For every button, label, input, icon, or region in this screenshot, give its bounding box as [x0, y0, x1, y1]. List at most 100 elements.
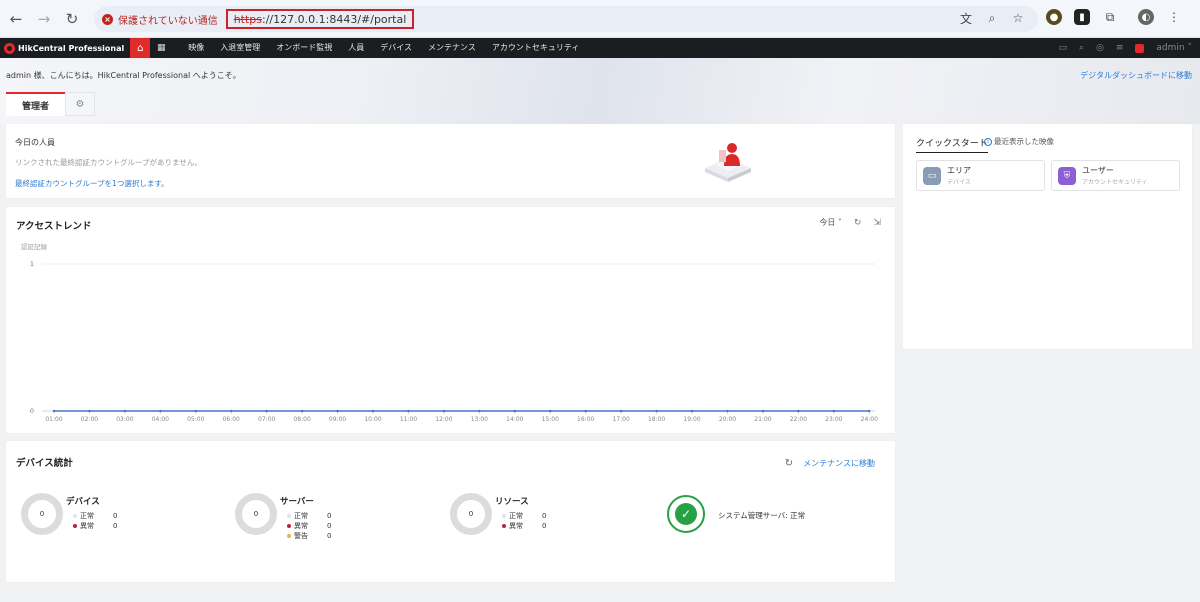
x-tick-label: 05:00 [187, 416, 204, 423]
stat-row-label: 異常 [509, 522, 523, 530]
brand-logo[interactable]: HikCentral Professional [4, 42, 124, 54]
stat-row-label: 警告 [294, 532, 308, 540]
notification-icon[interactable] [1135, 43, 1145, 53]
stat-row-value: 0 [327, 522, 332, 530]
greeting-text: admin 様、こんにちは。HikCentral Professional へよ… [6, 71, 241, 80]
recent-video-tab[interactable]: i 最近表示した映像 [984, 136, 1054, 147]
data-point [123, 409, 127, 413]
legend-dot [502, 524, 506, 528]
search-icon[interactable]: ⌕ [1079, 43, 1084, 53]
security-indicator[interactable]: × 保護されていない通信 [102, 12, 218, 27]
digital-dashboard-link[interactable]: デジタルダッシュボードに移動 [1080, 70, 1192, 81]
quick-item-area-sub: デバイス [947, 179, 971, 186]
legend-dot [73, 514, 77, 518]
x-tick-label: 23:00 [825, 416, 842, 423]
system-server-status: ✓ システム管理サーバ: 正常 [667, 495, 805, 533]
quick-item-area[interactable]: ▭ エリア デバイス [916, 160, 1045, 191]
data-point [797, 409, 800, 413]
app-topbar: HikCentral Professional ⌂ ▦ 映像 入退室管理 オンボ… [0, 38, 1200, 58]
x-tick-label: 03:00 [116, 416, 133, 423]
bookmark-star-icon[interactable]: ☆ [1010, 10, 1026, 26]
reload-icon[interactable]: ↻ [58, 5, 86, 33]
url-highlight[interactable]: https://127.0.0.1:8443/#/portal [225, 9, 415, 29]
donut-total: 0 [253, 510, 259, 518]
data-point [868, 409, 871, 413]
data-point [194, 409, 197, 413]
stat-label: サーバー [280, 497, 314, 507]
menu-item-access-control[interactable]: 入退室管理 [212, 38, 268, 58]
menu-item-onboard-monitoring[interactable]: オンボード監視 [268, 38, 340, 58]
system-server-name: システム管理サーバ: [718, 511, 788, 520]
quick-start-title[interactable]: クイックスタート [916, 136, 988, 153]
stat-row-value: 0 [113, 512, 118, 520]
x-tick-label: 08:00 [293, 416, 310, 423]
apps-grid-icon[interactable]: ▦ [150, 38, 172, 58]
settings-gear-icon[interactable]: ⚙ [65, 92, 96, 116]
menu-item-device[interactable]: デバイス [372, 38, 420, 58]
y-tick-label: 0 [30, 407, 34, 415]
data-point [336, 409, 339, 413]
x-tick-label: 21:00 [754, 416, 771, 423]
username: admin [1156, 43, 1185, 53]
data-point [88, 409, 91, 413]
x-tick-label: 18:00 [648, 416, 665, 423]
stat-row-normal: 正常 0 [502, 511, 546, 521]
browser-menu-icon[interactable]: ⋮ [1166, 9, 1182, 25]
menu-item-video[interactable]: 映像 [180, 38, 212, 58]
x-tick-label: 02:00 [81, 416, 98, 423]
data-point [478, 409, 481, 413]
menu-item-personnel[interactable]: 人員 [340, 38, 372, 58]
refresh-icon[interactable]: ↻ [785, 458, 793, 469]
home-icon[interactable]: ⌂ [130, 38, 151, 58]
security-label: 保護されていない通信 [118, 15, 218, 27]
extensions-puzzle-icon[interactable]: ⧉ [1102, 9, 1118, 25]
folder-icon[interactable]: ▭ [1058, 43, 1067, 53]
data-point [761, 409, 765, 413]
role-tabs: 管理者 ⚙ [6, 92, 96, 116]
translate-icon[interactable]: 文 [958, 10, 974, 26]
stat-row-value: 0 [542, 522, 547, 530]
main-menu: 映像 入退室管理 オンボード監視 人員 デバイス メンテナンス アカウントセキュ… [180, 38, 587, 58]
data-point [832, 409, 836, 413]
legend-dot [502, 514, 506, 518]
data-point [655, 409, 658, 413]
quick-item-user-label: ユーザー [1082, 166, 1114, 175]
recent-video-label: 最近表示した映像 [994, 137, 1054, 146]
list-icon[interactable]: ≡ [1116, 43, 1124, 53]
menu-item-maintenance[interactable]: メンテナンス [420, 38, 484, 58]
status-ring: ✓ [667, 495, 705, 533]
user-menu[interactable]: admin ˅ [1156, 43, 1192, 53]
extension-icon-2[interactable]: ▮ [1074, 9, 1090, 25]
legend-dot [287, 524, 291, 528]
today-personnel-message: リンクされた最終認証カウントグループがありません。 [15, 158, 202, 167]
donut-chart: 0 [235, 493, 277, 535]
extension-icon-1[interactable]: ● [1046, 9, 1062, 25]
data-point [300, 409, 304, 413]
zoom-icon[interactable]: ⌕ [984, 10, 1000, 26]
device-stats-title: デバイス統計 [16, 458, 73, 469]
address-bar[interactable]: × 保護されていない通信 https://127.0.0.1:8443/#/po… [94, 6, 1038, 32]
stat-row-normal: 正常 0 [287, 511, 331, 521]
back-icon[interactable]: ← [2, 5, 30, 33]
quick-item-user[interactable]: ⛨ ユーザー アカウントセキュリティ [1051, 160, 1180, 191]
tab-administrator[interactable]: 管理者 [6, 92, 66, 116]
menu-item-account-security[interactable]: アカウントセキュリティ [484, 38, 588, 58]
compass-icon[interactable]: ◎ [1096, 43, 1104, 53]
y-tick-label: 1 [30, 260, 34, 268]
profile-avatar[interactable]: ◐ [1138, 9, 1154, 25]
stat-row-value: 0 [542, 512, 547, 520]
select-count-group-link[interactable]: 最終認証カウントグループを1つ選択します。 [15, 178, 169, 189]
stat-row-label: 異常 [294, 522, 308, 530]
stat-row-abnormal: 異常 0 [73, 521, 117, 531]
x-tick-label: 16:00 [577, 416, 594, 423]
x-tick-label: 06:00 [223, 416, 240, 423]
donut-chart: 0 [21, 493, 63, 535]
go-to-maintenance-link[interactable]: メンテナンスに移動 [803, 458, 875, 469]
data-point [584, 409, 587, 413]
stat-row-label: 正常 [80, 512, 94, 520]
donut-chart: 0 [450, 493, 492, 535]
access-trend-card: アクセストレンド 今日 ˅ ↻ ⇲ 認証記録 0 1 01:00 02:00 03:00 0… [6, 207, 895, 433]
data-point [371, 409, 375, 413]
forward-icon[interactable]: → [30, 5, 58, 33]
x-tick-label: 09:00 [329, 416, 346, 423]
